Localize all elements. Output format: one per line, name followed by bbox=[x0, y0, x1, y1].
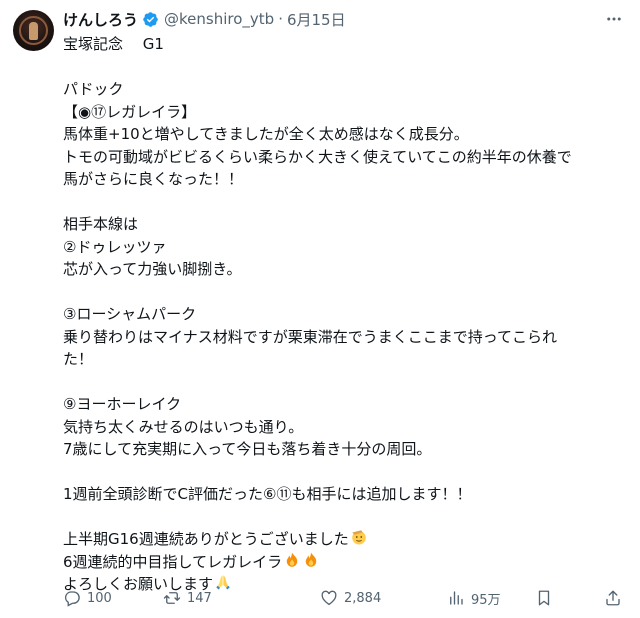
tweet-line: 馬がさらに良くなった！！ bbox=[63, 170, 244, 188]
tweet-line: 馬体重+10と増やしてきましたが全く太め感はなく成長分。 bbox=[63, 125, 469, 143]
tweet-text: 宝塚記念 G1 パドック 【◉⑰レガレイラ】 馬体重+10と増やしてきましたが全… bbox=[63, 33, 633, 596]
tweet-line-text: 6週連続的中目指してレガレイラ bbox=[63, 552, 283, 571]
heart-icon bbox=[321, 590, 337, 606]
tweet-actions: 100 147 2,884 95万 bbox=[63, 588, 633, 608]
tweet-line: 【◉⑰レガレイラ】 bbox=[63, 102, 197, 121]
tweet-line: 宝塚記念 G1 bbox=[63, 35, 164, 53]
tweet-date[interactable]: 6月15日 bbox=[287, 9, 346, 30]
tweet-line-with-emoji: 6週連続的中目指してレガレイラ bbox=[63, 551, 633, 574]
tweet-line bbox=[63, 191, 633, 214]
bookmark-button[interactable] bbox=[535, 588, 559, 608]
like-button[interactable]: 2,884 bbox=[320, 588, 381, 608]
tweet-line bbox=[63, 281, 633, 304]
like-count: 2,884 bbox=[344, 590, 382, 606]
tweet-header: けんしろう @kenshiro_ytb · 6月15日 bbox=[63, 8, 346, 30]
tweet-line: パドック bbox=[63, 80, 124, 98]
retweet-button[interactable]: 147 bbox=[163, 588, 212, 608]
analytics-icon bbox=[450, 591, 463, 605]
tweet-line bbox=[63, 506, 633, 529]
tweet-line: た！ bbox=[63, 350, 94, 368]
tweet-line: ③ローシャムパーク bbox=[63, 305, 197, 323]
tweet-line: ⑨ヨーホーレイク bbox=[63, 395, 182, 413]
header-separator: · bbox=[278, 10, 283, 28]
fire-icon bbox=[286, 552, 298, 567]
reply-count: 100 bbox=[87, 590, 112, 606]
retweet-icon bbox=[163, 592, 181, 604]
tweet-line: 乗り替わりはマイナス材料ですが栗東滞在でうまくここまで持ってこられ bbox=[63, 327, 557, 346]
author-handle[interactable]: @kenshiro_ytb bbox=[164, 10, 274, 28]
author-name[interactable]: けんしろう bbox=[63, 9, 138, 30]
fire-icon bbox=[305, 552, 317, 567]
tweet-line bbox=[63, 371, 633, 394]
share-button[interactable] bbox=[604, 588, 628, 608]
more-options-icon[interactable] bbox=[604, 10, 624, 28]
tweet-line: 芯が入って力強い脚捌き。 bbox=[63, 260, 242, 278]
tweet-line-text: 上半期G16週連続ありがとうございました bbox=[63, 530, 349, 548]
saluting-face-emoji-icon bbox=[351, 530, 366, 545]
reply-button[interactable]: 100 bbox=[63, 588, 112, 608]
share-icon bbox=[606, 590, 620, 606]
retweet-count: 147 bbox=[187, 590, 212, 606]
tweet-card: けんしろう @kenshiro_ytb · 6月15日 宝塚記念 G1 パドック… bbox=[0, 0, 640, 618]
view-count: 95万 bbox=[471, 592, 501, 608]
tweet-line: ②ドゥレッツァ bbox=[63, 237, 167, 256]
tweet-line: 相手本線は bbox=[63, 215, 139, 233]
tweet-line: 1週前全頭診断でC評価だった⑥⑪も相手には追加します！！ bbox=[63, 485, 472, 503]
tweet-line: トモの可動域がビビるくらい柔らかく大きく使えていてこの約半年の休養で bbox=[63, 147, 572, 166]
tweet-line bbox=[63, 56, 633, 79]
verified-badge-icon bbox=[143, 11, 158, 27]
avatar-figure bbox=[29, 22, 38, 40]
reply-icon bbox=[64, 591, 80, 607]
tweet-line: 7歳にして充実期に入って今日も落ち着き十分の周回。 bbox=[63, 440, 432, 458]
tweet-line: 気持ち太くみせるのはいつも通り。 bbox=[63, 417, 304, 436]
avatar[interactable] bbox=[13, 10, 54, 51]
bookmark-icon bbox=[538, 590, 550, 606]
tweet-line-with-emoji: 上半期G16週連続ありがとうございました bbox=[63, 528, 633, 551]
tweet-line bbox=[63, 461, 633, 484]
views-button[interactable]: 95万 bbox=[447, 588, 501, 608]
